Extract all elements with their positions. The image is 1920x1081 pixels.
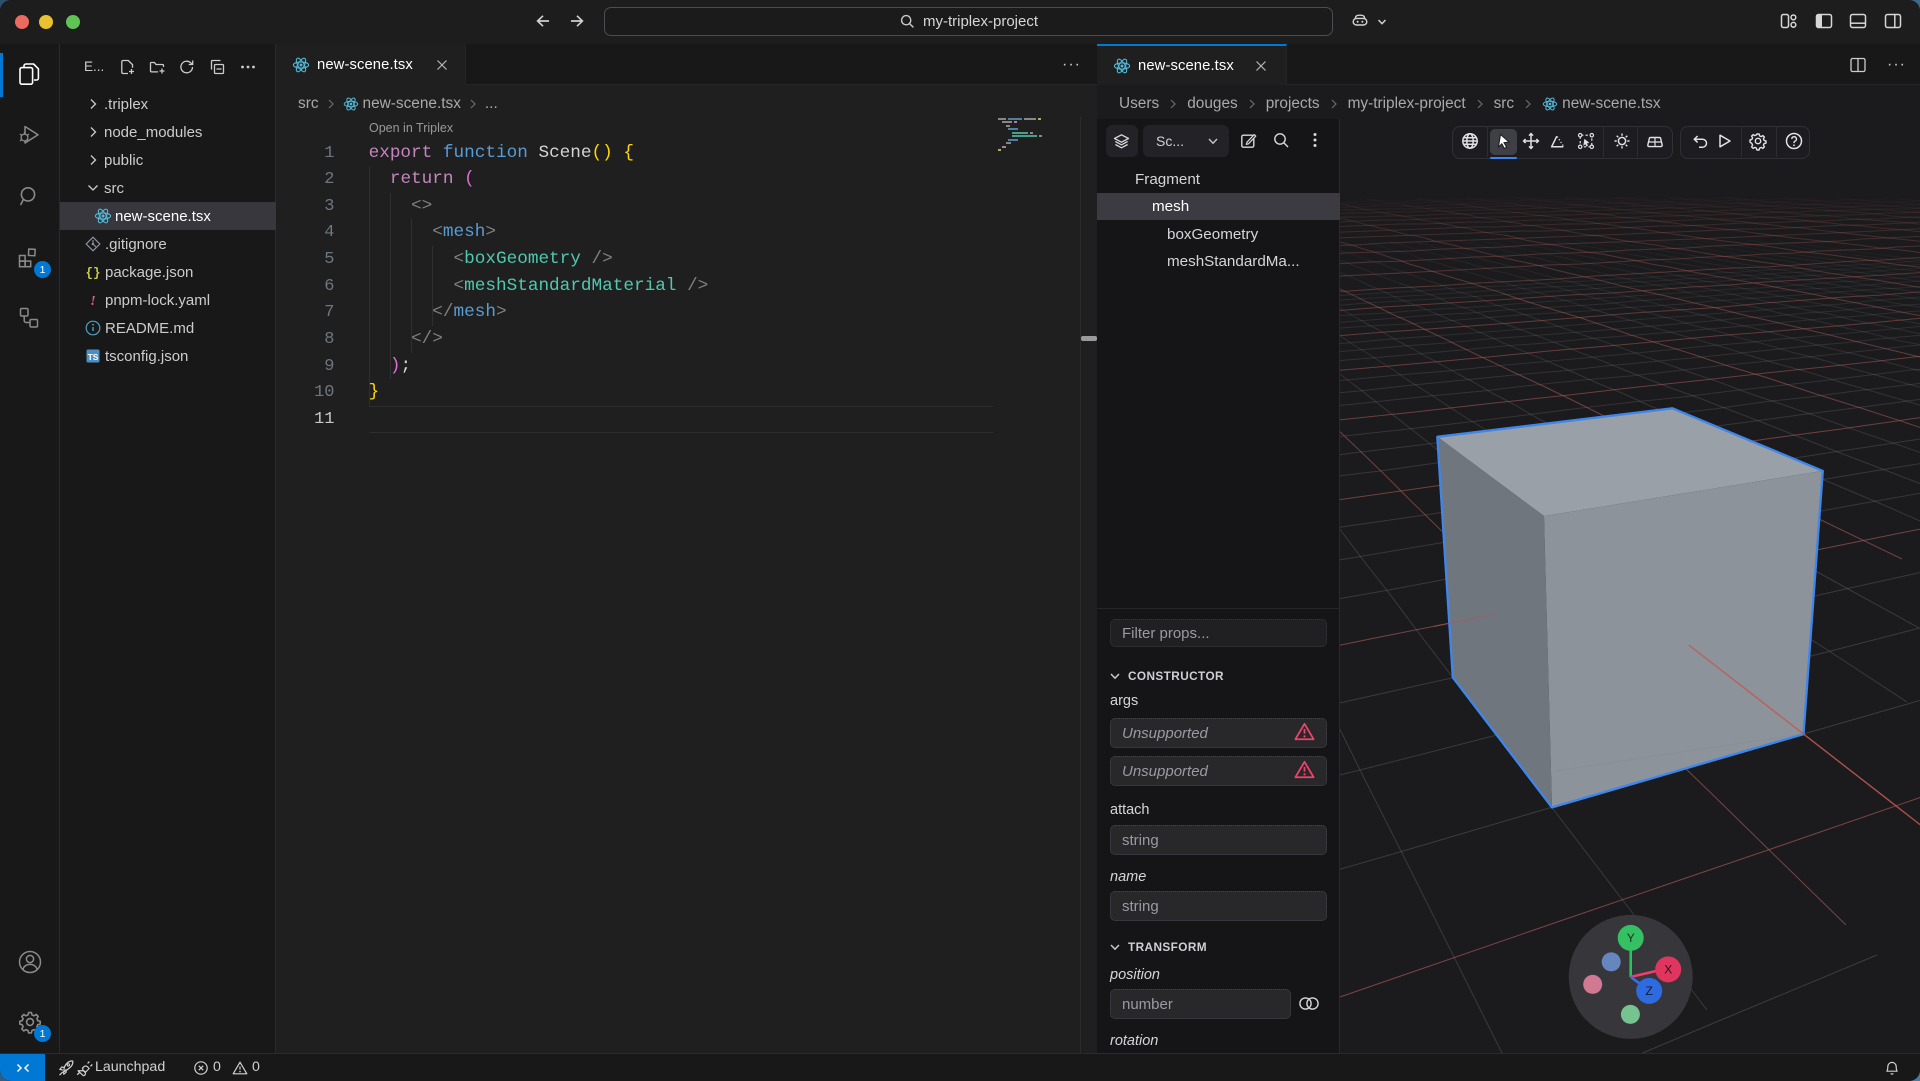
svg-text:!: ! [90, 294, 95, 309]
svg-text:Y: Y [1627, 931, 1635, 945]
svg-text:Z: Z [1646, 984, 1653, 998]
svg-text:{}: {} [85, 267, 100, 281]
svg-text:TS: TS [88, 352, 99, 362]
svg-text:X: X [1664, 962, 1672, 976]
